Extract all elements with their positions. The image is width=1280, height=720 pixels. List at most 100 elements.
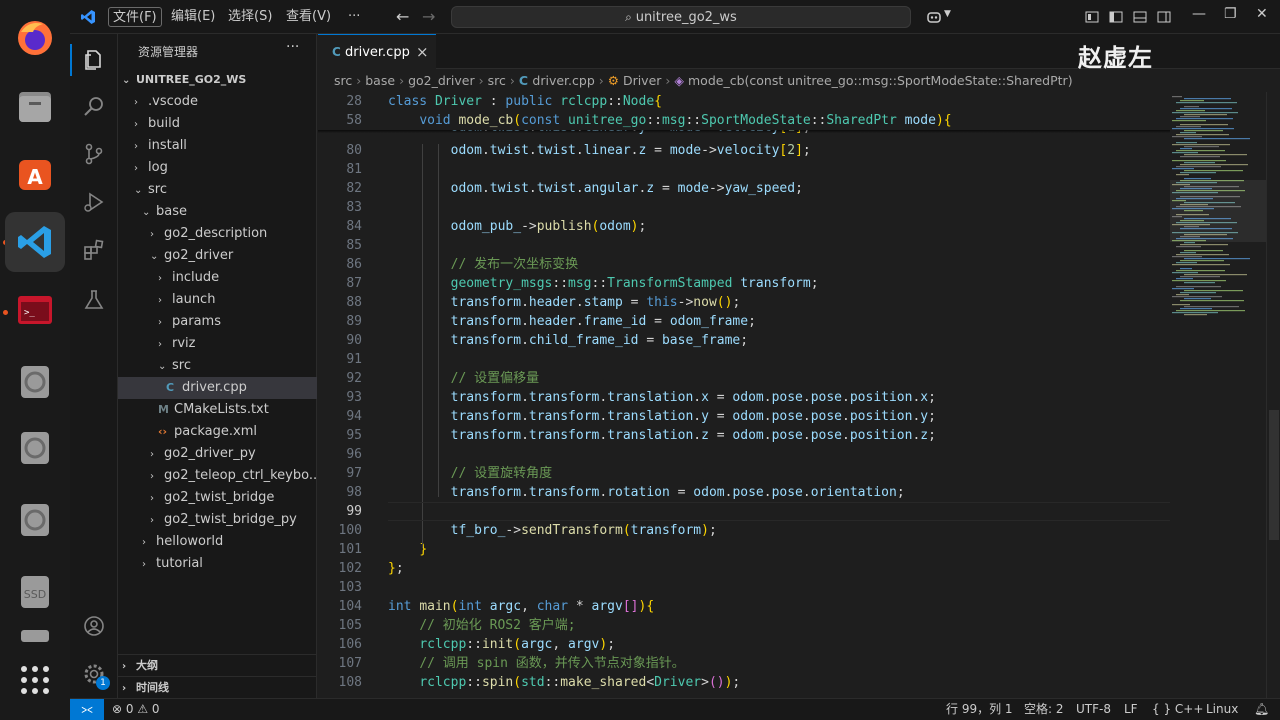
terminal-icon[interactable]: >_ <box>11 286 59 334</box>
tree-folder[interactable]: › go2_twist_bridge <box>118 487 317 509</box>
tree-folder[interactable]: › launch <box>118 289 317 311</box>
breadcrumb-item[interactable]: driver.cpp <box>532 73 594 88</box>
show-apps-icon[interactable] <box>11 656 59 704</box>
account-icon[interactable] <box>82 614 106 638</box>
line-number: 99 <box>346 504 362 519</box>
encoding[interactable]: UTF-8 <box>1076 699 1111 720</box>
source-control-icon[interactable] <box>82 142 106 166</box>
problems-indicator[interactable]: ⊗ 0 ⚠ 0 <box>112 699 160 720</box>
breadcrumb-item[interactable]: src <box>334 73 352 88</box>
tree-item-label: go2_twist_bridge <box>164 490 275 505</box>
minimap-line <box>1172 280 1226 282</box>
menu-selection[interactable]: 选择(S) <box>224 7 276 27</box>
breadcrumb-item[interactable]: src <box>488 73 506 88</box>
vertical-scrollbar[interactable] <box>1266 92 1280 698</box>
search-icon[interactable] <box>82 94 106 118</box>
tree-file[interactable]: Cdriver.cpp <box>118 377 317 399</box>
platform[interactable]: Linux <box>1206 699 1238 720</box>
tree-folder[interactable]: › build <box>118 113 317 135</box>
breadcrumb-item[interactable]: mode_cb(const unitree_go::msg::SportMode… <box>688 73 1073 88</box>
chevron-right-icon: › <box>142 559 146 570</box>
indent-guide <box>422 144 423 548</box>
forward-arrow-icon[interactable]: → <box>422 7 438 26</box>
toggle-secondary-sidebar-icon[interactable] <box>1156 9 1172 25</box>
disk-icon[interactable] <box>11 424 59 472</box>
minimap-viewport[interactable] <box>1170 180 1266 242</box>
restore-icon[interactable]: ❐ <box>1224 6 1240 22</box>
tab-driver-cpp[interactable]: C driver.cpp × <box>318 34 436 69</box>
remote-icon[interactable]: ⪥ <box>70 699 104 720</box>
command-center-search[interactable]: ⌕ unitree_go2_ws <box>451 6 911 28</box>
more-actions-button[interactable]: ··· <box>286 39 299 55</box>
workspace-root[interactable]: ⌄ UNITREE_GO2_WS <box>118 69 317 91</box>
line-number: 100 <box>338 523 362 538</box>
extensions-icon[interactable] <box>82 238 106 262</box>
tree-folder[interactable]: ⌄ src <box>118 179 317 201</box>
line-number: 106 <box>338 637 362 652</box>
indentation[interactable]: 空格: 2 <box>1024 699 1064 720</box>
tree-folder[interactable]: ⌄ base <box>118 201 317 223</box>
disk-icon[interactable] <box>11 358 59 406</box>
minimap-line <box>1180 292 1216 294</box>
chevron-right-icon: › <box>134 141 138 152</box>
tree-file[interactable]: ‹› package.xml <box>118 421 317 443</box>
line-number: 105 <box>338 618 362 633</box>
back-arrow-icon[interactable]: ← <box>396 7 412 26</box>
ssd-drive-icon[interactable]: SSD <box>11 568 59 616</box>
tree-folder[interactable]: ⌄ go2_driver <box>118 245 317 267</box>
tree-folder[interactable]: ⌄ src <box>118 355 317 377</box>
disk-icon[interactable] <box>11 496 59 544</box>
minimap-line <box>1184 162 1215 164</box>
run-debug-icon[interactable] <box>82 190 106 214</box>
explorer-icon[interactable] <box>82 48 106 72</box>
toggle-sidebar-icon[interactable] <box>1108 9 1124 25</box>
scrollbar-thumb[interactable] <box>1269 410 1279 540</box>
cursor-position[interactable]: 行 99，列 1 <box>946 699 1013 720</box>
menu-edit[interactable]: 编辑(E) <box>167 7 219 27</box>
menu-file[interactable]: 文件(F) <box>108 7 162 27</box>
copilot-icon[interactable] <box>926 9 942 25</box>
minimap-line <box>1176 118 1233 120</box>
menu-more[interactable]: ··· <box>344 7 364 27</box>
language-mode[interactable]: { } C++ <box>1152 699 1203 720</box>
tree-folder[interactable]: › rviz <box>118 333 317 355</box>
tree-folder[interactable]: › go2_description <box>118 223 317 245</box>
close-window-icon[interactable]: ✕ <box>1256 6 1272 22</box>
tree-folder[interactable]: › helloworld <box>118 531 317 553</box>
app-center-icon[interactable]: A <box>11 150 59 198</box>
vscode-icon[interactable] <box>5 212 65 272</box>
tree-file[interactable]: M CMakeLists.txt <box>118 399 317 421</box>
firefox-icon[interactable] <box>11 14 59 62</box>
chevron-down-icon[interactable]: ▼ <box>944 9 960 25</box>
timeline-section[interactable]: › 时间线 <box>118 676 317 698</box>
close-tab-icon[interactable]: × <box>416 35 429 69</box>
tree-folder[interactable]: › go2_twist_bridge_py <box>118 509 317 531</box>
line-number: 93 <box>346 390 362 405</box>
outline-section[interactable]: › 大纲 <box>118 654 317 676</box>
tree-folder[interactable]: › params <box>118 311 317 333</box>
minimize-icon[interactable]: — <box>1192 6 1208 22</box>
notifications-bell-icon[interactable]: 🔔︎ <box>1254 699 1269 720</box>
tree-folder[interactable]: › log <box>118 157 317 179</box>
code-editor[interactable]: odom.twist.twist.linear.y = mode->veloci… <box>318 92 1170 698</box>
drive-icon[interactable] <box>11 620 59 644</box>
minimap-line <box>1172 152 1198 154</box>
tree-folder[interactable]: › include <box>118 267 317 289</box>
tree-folder[interactable]: › install <box>118 135 317 157</box>
breadcrumb-item[interactable]: go2_driver <box>408 73 475 88</box>
tree-folder[interactable]: › go2_teleop_ctrl_keybo... <box>118 465 317 487</box>
breadcrumb-item[interactable]: Driver <box>623 73 661 88</box>
customize-layout-icon[interactable] <box>1084 9 1100 25</box>
minimap[interactable] <box>1170 92 1266 698</box>
testing-flask-icon[interactable] <box>82 288 106 312</box>
toggle-panel-icon[interactable] <box>1132 9 1148 25</box>
breadcrumb-item[interactable]: base <box>365 73 395 88</box>
tree-folder[interactable]: › tutorial <box>118 553 317 575</box>
menu-view[interactable]: 查看(V) <box>282 7 335 27</box>
tree-folder[interactable]: › go2_driver_py <box>118 443 317 465</box>
tree-folder[interactable]: › .vscode <box>118 91 317 113</box>
chevron-right-icon: › <box>122 683 127 694</box>
files-icon[interactable] <box>11 82 59 130</box>
end-of-line[interactable]: LF <box>1124 699 1138 720</box>
line-number: 85 <box>346 238 362 253</box>
